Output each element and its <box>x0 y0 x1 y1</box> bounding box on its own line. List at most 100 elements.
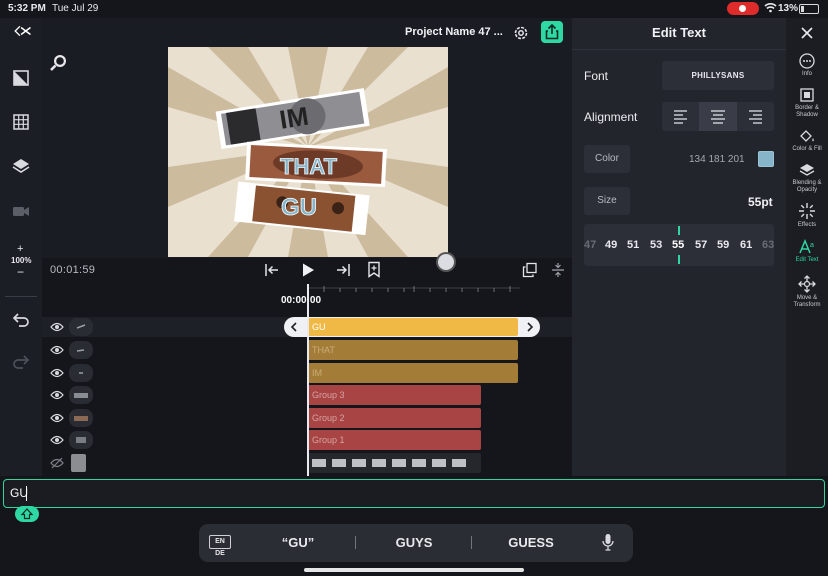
align-left-button[interactable] <box>662 102 699 131</box>
text-content-input[interactable]: GU <box>3 479 825 508</box>
status-date: Tue Jul 29 <box>52 3 99 14</box>
zoom-in-button[interactable]: + <box>17 243 23 255</box>
play-icon[interactable] <box>300 262 316 278</box>
visibility-eye-icon[interactable] <box>50 412 64 424</box>
skip-to-start-icon[interactable] <box>264 262 280 278</box>
color-swatch-button[interactable] <box>758 151 774 167</box>
size-indicator-top <box>678 226 680 235</box>
skip-to-end-icon[interactable] <box>335 262 351 278</box>
trim-left-chevron-icon[interactable] <box>290 322 298 332</box>
visibility-eye-icon[interactable] <box>50 434 64 446</box>
language-switch-key[interactable]: EN DE <box>209 535 231 557</box>
size-tick: 63 <box>762 239 774 251</box>
tool-move-transform[interactable]: Move & Transform <box>786 275 828 309</box>
video-preview-canvas[interactable]: IM THAT GU <box>168 47 448 257</box>
alignment-label: Alignment <box>584 110 638 124</box>
track-thumbnail <box>69 386 93 404</box>
track-thumbnail <box>69 431 93 449</box>
align-right-button[interactable] <box>737 102 774 131</box>
size-tick: 61 <box>740 239 753 251</box>
size-ruler-slider[interactable]: 47 49 51 53 55 57 59 61 63 <box>584 224 774 266</box>
track-thumbnail <box>71 454 86 472</box>
blending-opacity-icon <box>799 164 815 176</box>
clip-gu[interactable]: GU <box>308 318 518 336</box>
status-bar: 5:32 PM Tue Jul 29 13% <box>0 0 828 18</box>
layers-icon[interactable] <box>11 156 31 176</box>
trim-right-chevron-icon[interactable] <box>526 322 534 332</box>
preview-word-im: IM <box>277 101 310 135</box>
clip-group-3[interactable]: Group 3 <box>308 385 481 405</box>
dictation-mic-icon[interactable] <box>601 533 615 551</box>
visibility-eye-icon[interactable] <box>50 389 64 401</box>
font-picker-button[interactable]: PHILLYSANS <box>662 61 774 90</box>
align-right-icon <box>749 110 762 124</box>
preview-artwork: IM THAT GU <box>168 47 448 257</box>
suggestion-quoted[interactable]: “GU” <box>248 535 348 550</box>
visibility-eye-icon[interactable] <box>50 367 64 379</box>
align-center-button[interactable] <box>699 102 737 131</box>
app-logo-back-icon[interactable] <box>14 21 34 41</box>
track-header <box>44 317 134 337</box>
visibility-eye-icon[interactable] <box>50 344 64 356</box>
status-time: 5:32 PM <box>8 3 46 14</box>
font-label: Font <box>584 69 609 83</box>
export-button[interactable] <box>541 21 563 43</box>
clip-im[interactable]: IM <box>308 363 518 383</box>
size-tick-selected: 55 <box>672 239 685 251</box>
close-icon[interactable] <box>800 26 814 40</box>
clip-group-2[interactable]: Group 2 <box>308 408 481 428</box>
size-value: 55pt <box>748 195 773 209</box>
playhead-line[interactable] <box>307 284 309 476</box>
suggestion-guys[interactable]: GUYS <box>364 535 464 550</box>
tool-blending-opacity[interactable]: Blending & Opacity <box>786 162 828 194</box>
tool-label: Border & Shadow <box>795 105 819 118</box>
tool-effects[interactable]: Effects <box>786 202 828 229</box>
size-indicator-bottom <box>678 255 680 264</box>
home-indicator[interactable] <box>304 568 524 572</box>
tool-border-shadow[interactable]: Border & Shadow <box>786 87 828 119</box>
track-header <box>44 430 134 450</box>
align-center-icon <box>711 110 725 124</box>
aspect-ratio-icon[interactable] <box>11 68 31 88</box>
edit-text-panel: Font PHILLYSANS Alignment Color 134 181 … <box>572 18 786 476</box>
track-header <box>44 363 134 383</box>
battery-icon <box>799 4 819 14</box>
add-marker-icon[interactable] <box>367 261 381 278</box>
color-fill-icon <box>800 130 814 142</box>
preview-word-that: THAT <box>280 154 338 179</box>
size-tick: 47 <box>584 239 597 251</box>
track-header <box>44 340 134 360</box>
visibility-eye-icon[interactable] <box>50 321 64 333</box>
track-thumbnail <box>69 364 93 382</box>
split-timeline-icon[interactable] <box>551 262 565 278</box>
size-label-chip: Size <box>584 187 630 215</box>
suggestion-guess[interactable]: GUESS <box>481 535 581 550</box>
selected-clip-frame[interactable]: GU <box>284 317 540 337</box>
tool-label: Effects <box>797 222 817 228</box>
zoom-preview-icon[interactable] <box>49 53 69 73</box>
clip-that[interactable]: THAT <box>308 340 518 360</box>
suggestion-divider <box>355 536 356 549</box>
duplicate-icon[interactable] <box>522 262 538 278</box>
tool-rail: Info Border & Shadow Color & Fill Blendi… <box>786 18 828 476</box>
hidden-eye-icon[interactable] <box>50 457 64 469</box>
undo-icon[interactable] <box>11 310 31 330</box>
track-header <box>44 408 134 428</box>
align-left-icon <box>674 110 687 124</box>
settings-gear-icon[interactable] <box>512 24 530 42</box>
panel-title: Edit Text <box>652 25 706 40</box>
grid-icon[interactable] <box>11 112 31 132</box>
preview-scrubber-handle[interactable] <box>438 254 454 270</box>
playhead-timecode: 00:00:00 <box>281 295 322 306</box>
zoom-out-button[interactable]: − <box>17 265 24 279</box>
tool-color-fill[interactable]: Color & Fill <box>786 128 828 153</box>
tool-info[interactable]: Info <box>786 53 828 78</box>
panel-header-divider <box>572 49 786 50</box>
project-name[interactable]: Project Name 47 ... <box>405 26 503 38</box>
clip-background-video[interactable] <box>308 453 481 473</box>
clip-group-1[interactable]: Group 1 <box>308 430 481 450</box>
timeline-ruler[interactable] <box>308 284 520 294</box>
shift-key-button[interactable] <box>15 506 39 522</box>
wifi-icon <box>764 3 777 13</box>
tool-edit-text-active[interactable]: a Edit Text <box>786 239 828 264</box>
